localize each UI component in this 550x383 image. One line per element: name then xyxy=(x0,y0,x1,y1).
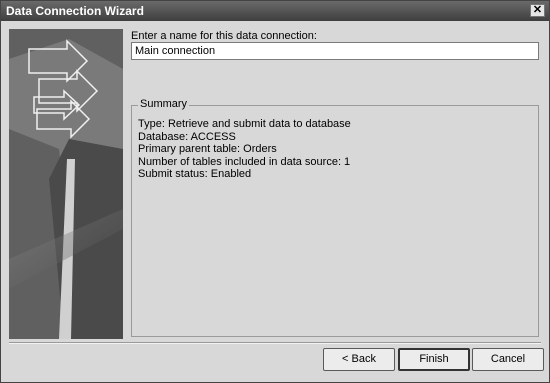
finish-button[interactable]: Finish xyxy=(398,348,470,371)
summary-line-database: Database: ACCESS xyxy=(138,130,236,143)
wizard-side-graphic xyxy=(9,29,123,339)
summary-line-table-count: Number of tables included in data source… xyxy=(138,155,351,168)
back-button[interactable]: < Back xyxy=(323,348,395,371)
close-icon: ✕ xyxy=(532,4,543,16)
summary-text: Type: Retrieve and submit data to databa… xyxy=(138,118,351,181)
cancel-button[interactable]: Cancel xyxy=(472,348,544,371)
wizard-arrows-icon xyxy=(9,29,123,339)
close-button[interactable]: ✕ xyxy=(530,4,545,17)
connection-name-label: Enter a name for this data connection: xyxy=(131,30,317,42)
summary-line-type: Type: Retrieve and submit data to databa… xyxy=(138,118,351,130)
button-divider xyxy=(9,342,541,344)
window-title: Data Connection Wizard xyxy=(6,4,144,18)
summary-line-submit-status: Submit status: Enabled xyxy=(138,168,252,180)
title-bar: Data Connection Wizard ✕ xyxy=(1,1,549,21)
wizard-window: Data Connection Wizard ✕ Enter a name fo… xyxy=(0,0,550,383)
summary-line-parent-table: Primary parent table: Orders xyxy=(138,143,277,155)
summary-legend: Summary xyxy=(138,98,190,110)
connection-name-input[interactable] xyxy=(131,42,539,60)
summary-group: Summary Type: Retrieve and submit data t… xyxy=(131,98,539,337)
